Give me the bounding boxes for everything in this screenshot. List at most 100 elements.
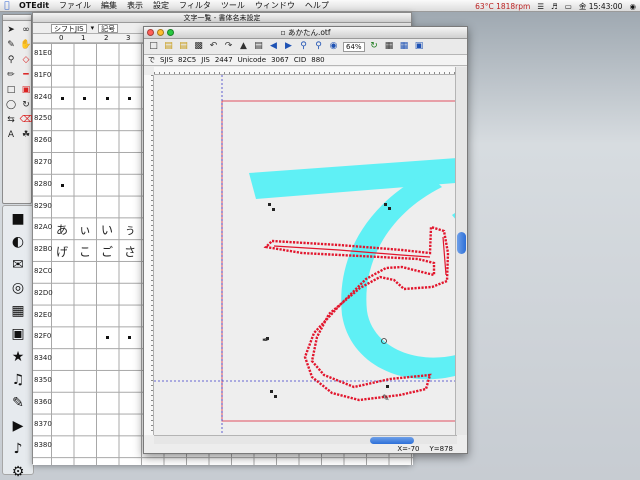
- layer-icon[interactable]: ▣: [414, 41, 425, 52]
- clock[interactable]: 金 15:43:00: [579, 1, 623, 12]
- grid-glyph-dot[interactable]: [106, 336, 109, 339]
- close-window-icon[interactable]: [147, 29, 154, 36]
- menu-view[interactable]: 表示: [122, 0, 148, 12]
- grid-glyph-dot[interactable]: [61, 97, 64, 100]
- zoom-out-icon[interactable]: ⚲: [313, 41, 324, 52]
- vertical-scrollbar[interactable]: [455, 67, 467, 435]
- grid-glyph[interactable]: ぃ: [79, 221, 91, 238]
- dashboard-dock-icon[interactable]: ◐: [7, 232, 29, 252]
- page-icon[interactable]: ▤: [253, 41, 264, 52]
- glyph-drawing[interactable]: ✒ ✎ ✎: [154, 75, 457, 435]
- save-icon[interactable]: ▩: [193, 41, 204, 52]
- undo-icon[interactable]: ↶: [208, 41, 219, 52]
- grid-glyph-dot[interactable]: [128, 336, 131, 339]
- next-glyph-icon[interactable]: ▶: [283, 41, 294, 52]
- oval-tool-icon[interactable]: ◯: [4, 98, 18, 112]
- table-window-title[interactable]: 文字一覧 - 書体名未設定: [33, 13, 411, 23]
- folder-icon[interactable]: ▤: [178, 41, 189, 52]
- redo-icon[interactable]: ↷: [223, 41, 234, 52]
- volume-icon[interactable]: ♬: [551, 2, 558, 11]
- minimize-window-icon[interactable]: [157, 29, 164, 36]
- fit-icon[interactable]: ◉: [328, 41, 339, 52]
- grid-glyph[interactable]: い: [101, 221, 113, 238]
- category-select[interactable]: 記号: [98, 23, 119, 33]
- open-folder-icon[interactable]: ▤: [163, 41, 174, 52]
- system-prefs-dock-icon[interactable]: ⚙: [7, 462, 29, 480]
- ical-dock-icon[interactable]: ▦: [7, 301, 29, 321]
- rect-tool-icon[interactable]: □: [4, 83, 18, 97]
- safari-dock-icon[interactable]: ◎: [7, 278, 29, 298]
- lasso-tool-icon[interactable]: ∞: [19, 23, 33, 37]
- menu-edit[interactable]: 編集: [96, 0, 122, 12]
- grid-glyph[interactable]: あ: [56, 221, 68, 238]
- row-label: 81E0: [34, 49, 52, 57]
- grid-glyph[interactable]: こ: [79, 243, 91, 260]
- garageband-dock-icon[interactable]: ♪: [7, 439, 29, 459]
- preview-dock-icon[interactable]: ★: [7, 347, 29, 367]
- zoom-window-icon[interactable]: [167, 29, 174, 36]
- horizontal-scrollbar[interactable]: [154, 435, 457, 444]
- row-label: 8380: [34, 441, 52, 449]
- pencil-tool-icon[interactable]: ✏: [4, 68, 18, 82]
- zoom-tool-icon[interactable]: ⚲: [4, 53, 18, 67]
- refresh-icon[interactable]: ↻: [369, 41, 380, 52]
- cid-label: CID: [293, 56, 307, 64]
- knife-tool-icon[interactable]: ━: [19, 68, 33, 82]
- cursor-coordinates: X=-70 Y=878: [397, 445, 453, 453]
- horizontal-scroll-thumb[interactable]: [370, 437, 414, 444]
- vertical-scroll-thumb[interactable]: [457, 232, 466, 254]
- menu-help[interactable]: ヘルプ: [300, 0, 334, 12]
- glyph-canvas[interactable]: ✒ ✎ ✎: [154, 75, 457, 435]
- hand-tool-icon[interactable]: ✋: [19, 38, 33, 52]
- rect-node-tool-icon[interactable]: ▣: [19, 83, 33, 97]
- itunes-dock-icon[interactable]: ♫: [7, 370, 29, 390]
- mail-dock-icon[interactable]: ✉: [7, 255, 29, 275]
- grid-glyph[interactable]: ご: [101, 243, 113, 260]
- grid-glyph-dot[interactable]: [83, 97, 86, 100]
- grid-glyph-dot[interactable]: [61, 184, 64, 187]
- finder-dock-icon[interactable]: ■: [7, 209, 29, 229]
- addressbook-dock-icon[interactable]: ▣: [7, 324, 29, 344]
- app-menu[interactable]: OTEdit: [14, 0, 54, 12]
- node-tool-icon[interactable]: ◇: [19, 53, 33, 67]
- grid-glyph[interactable]: げ: [56, 243, 68, 260]
- brush-tool-icon[interactable]: ☘: [19, 128, 33, 142]
- new-doc-icon[interactable]: □: [148, 41, 159, 52]
- compass-icon[interactable]: ▲: [238, 41, 249, 52]
- row-label: 82F0: [34, 332, 52, 340]
- row-label: 8370: [34, 420, 52, 428]
- encoding-select[interactable]: シフトJIS: [51, 23, 87, 33]
- prev-glyph-icon[interactable]: ◀: [268, 41, 279, 52]
- grid-glyph-dot[interactable]: [106, 97, 109, 100]
- textedit-dock-icon[interactable]: ✎: [7, 393, 29, 413]
- battery-icon[interactable]: ▭: [565, 2, 572, 11]
- status-area: 63°C 1818rpm ☰ ♬ ▭ 金 15:43:00 ◉: [475, 0, 636, 12]
- row-label: 8260: [34, 136, 52, 144]
- menu-settings[interactable]: 設定: [148, 0, 174, 12]
- grid-glyph[interactable]: さ: [124, 243, 136, 260]
- spotlight-icon[interactable]: ◉: [629, 2, 636, 11]
- row-label: 8250: [34, 114, 52, 122]
- imovie-dock-icon[interactable]: ▶: [7, 416, 29, 436]
- wifi-icon[interactable]: ☰: [537, 2, 544, 11]
- menu-window[interactable]: ウィンドウ: [250, 0, 300, 12]
- grid-toggle-icon[interactable]: ▦: [399, 41, 410, 52]
- menu-filter[interactable]: フィルタ: [174, 0, 216, 12]
- eraser-tool-icon[interactable]: ⌫: [19, 113, 33, 127]
- zoom-in-icon[interactable]: ⚲: [298, 41, 309, 52]
- row-label: 81F0: [34, 71, 52, 79]
- grid-glyph-dot[interactable]: [128, 97, 131, 100]
- menu-file[interactable]: ファイル: [54, 0, 96, 12]
- flip-tool-icon[interactable]: ⇆: [4, 113, 18, 127]
- text-tool-icon[interactable]: A: [4, 128, 18, 142]
- grid-glyph[interactable]: ぅ: [124, 221, 136, 238]
- preview-icon[interactable]: ▦: [384, 41, 395, 52]
- apple-menu-icon[interactable]: : [0, 1, 14, 11]
- chevron-down-icon[interactable]: ▾: [91, 24, 95, 32]
- zoom-select[interactable]: 64%: [343, 41, 365, 52]
- editor-titlebar[interactable]: ▫ あかたん.otf: [144, 27, 467, 39]
- arrow-tool-icon[interactable]: ➤: [4, 23, 18, 37]
- pen-tool-icon[interactable]: ✎: [4, 38, 18, 52]
- rotate-tool-icon[interactable]: ↻: [19, 98, 33, 112]
- menu-tools[interactable]: ツール: [216, 0, 250, 12]
